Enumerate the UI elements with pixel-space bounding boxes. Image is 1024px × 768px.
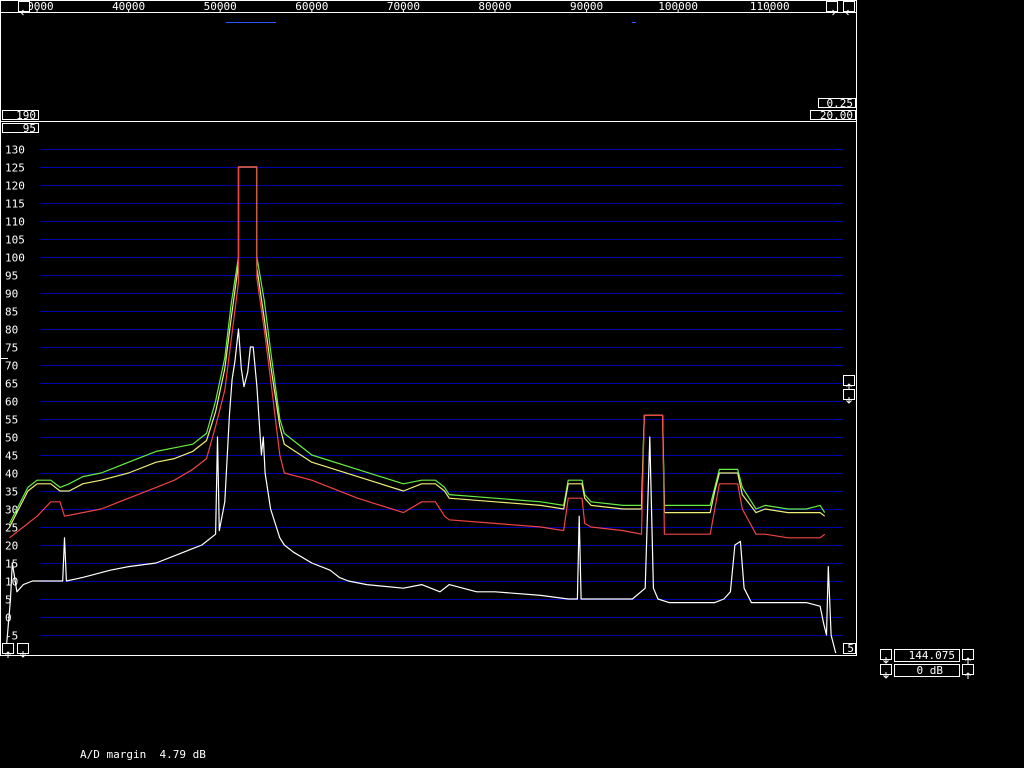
spectrum-step-box[interactable]: 5 [843,643,856,654]
arrow-down-icon [20,651,26,658]
ruler-tick-label: 40000 [112,0,146,13]
y-tick-label: 85 [5,306,18,319]
gain-readout[interactable]: 0 dB [894,664,960,677]
y-tick-label: 110 [5,216,25,229]
y-tick-label: 60 [5,396,18,409]
waterfall-min-box[interactable]: 190 [2,110,39,121]
outer-border [0,0,857,656]
scale-up-button[interactable] [843,375,855,390]
ruler-tick-label: 90000 [570,0,604,13]
y-tick-label: 115 [5,198,25,211]
arrow-right-icon [829,9,836,16]
y-tick-label: 125 [5,162,25,175]
arrow-up-icon [5,651,11,658]
spectrum-grid [40,149,843,636]
arrow-left-icon [845,9,852,16]
display-frame: 1301251201151101051009590858075706560555… [0,0,857,656]
y-tick-label: 50 [5,432,18,445]
y-tick-label: 45 [5,450,18,463]
gain-down-button[interactable] [880,664,892,679]
waterfall-gain-box[interactable]: 0.25 [818,98,856,109]
y-tick-label: 55 [5,414,18,427]
ruler-tick-label: 60000 [295,0,329,13]
y-tick-label: 75 [5,342,18,355]
gain-up-button[interactable] [962,664,974,679]
frequency-readout[interactable]: 144.075 [894,649,960,662]
spectrum-window: 130 125 120 115 110 105 100 95 90 85 80 75 70 65 60 55 5… [0,0,1024,768]
freq-down-button[interactable] [880,649,892,664]
y-tick-label: 70 [5,360,18,373]
arrow-up-icon [965,672,971,679]
y-tick-label: 40 [5,468,18,481]
y-tick-label: 20 [5,540,18,553]
ruler-tick-label: 80000 [478,0,512,13]
ruler-tick-label: 50000 [203,0,237,13]
ruler-tick-label: 100000 [658,0,699,13]
freq-up-button[interactable] [962,649,974,664]
trace-0 [9,166,826,524]
y-tick-label: 105 [5,234,25,247]
arrow-down-icon [846,397,852,404]
trace-2 [9,166,826,539]
ruler-tick-label: 110000 [749,0,790,13]
y-tick-label: 90 [5,288,18,301]
y-tick-label: 120 [5,180,25,193]
ruler-right-arrow-right[interactable] [826,1,838,16]
y-tick-label: 100 [5,252,25,265]
waterfall-zero-box[interactable]: 20.00 [810,110,856,121]
spectrum-avg-box[interactable]: 95 [2,123,39,134]
arrow-down-icon [883,672,889,679]
y-tick-label: 80 [5,324,18,337]
y-tick-label: 65 [5,378,18,391]
bottom-up-button[interactable] [2,643,14,658]
ruler-tick-label: 70000 [386,0,420,13]
bottom-down-button[interactable] [17,643,29,658]
ruler-left-arrow-left[interactable] [18,1,30,16]
y-tick-label: 130 [5,144,25,157]
ruler-right-arrow-left[interactable] [843,1,855,16]
ad-margin-status: A/D margin 4.79 dB [80,748,206,761]
scale-down-button[interactable] [843,389,855,404]
arrow-left-icon [20,9,27,16]
y-tick-label: 95 [5,270,18,283]
y-axis-labels: 130 125 120 115 110 105 100 95 90 85 80 75 70 65 60 55 5… [5,144,25,643]
y-tick-label: 35 [5,486,18,499]
